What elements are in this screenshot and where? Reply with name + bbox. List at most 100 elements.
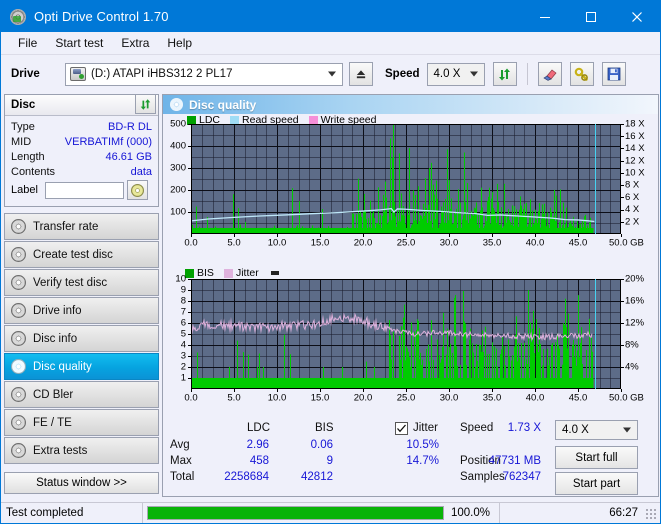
resize-grip[interactable] <box>645 508 657 520</box>
disc-row-key: MID <box>11 135 32 148</box>
drive-select[interactable]: (D:) ATAPI iHBS312 2 PL17 <box>65 62 343 86</box>
sidebar-item-label: CD Bler <box>33 388 74 401</box>
sidebar-item-transfer-rate[interactable]: Transfer rate <box>4 213 159 240</box>
maximize-icon[interactable] <box>568 1 614 32</box>
disc-rows: Type BD-R DL MID VERBATIMf (000) Length … <box>5 116 158 206</box>
minimize-icon[interactable] <box>522 1 568 32</box>
chevron-down-icon <box>469 71 478 77</box>
disc-icon <box>11 219 26 234</box>
test-speed-select[interactable]: 4.0 X <box>555 420 638 440</box>
jitter-max-value: 14.7% <box>406 455 439 467</box>
refresh-button[interactable] <box>492 62 517 86</box>
disc-row-type: Type BD-R DL <box>5 119 158 134</box>
stats-avg-ldc: 2.96 <box>246 439 269 451</box>
window-controls <box>522 1 660 32</box>
sidebar-item-fe-te[interactable]: FE / TE <box>4 409 159 436</box>
bis-chart: BIS Jitter <box>163 267 658 420</box>
drive-select-value: (D:) ATAPI iHBS312 2 PL17 <box>91 68 233 80</box>
drive-label: Drive <box>11 68 40 80</box>
test-nav-list: Transfer rate Create test disc Verify te… <box>4 213 159 464</box>
progress-percent: 100.0% <box>451 507 491 519</box>
sidebar-item-label: Verify test disc <box>33 276 108 289</box>
bis-chart-canvas <box>163 267 658 420</box>
sidebar-item-verify-test-disc[interactable]: Verify test disc <box>4 269 159 296</box>
disc-quality-header: Disc quality <box>163 95 658 114</box>
ldc-chart-canvas <box>163 114 658 266</box>
sidebar-item-label: FE / TE <box>33 416 72 429</box>
disc-panel-header: Disc <box>5 94 158 116</box>
disc-row-length: Length 46.61 GB <box>5 149 158 164</box>
disc-icon <box>11 247 26 262</box>
sidebar-item-label: Transfer rate <box>33 220 99 233</box>
menu-item-file[interactable]: File <box>9 34 46 52</box>
sidebar-item-create-test-disc[interactable]: Create test disc <box>4 241 159 268</box>
progress-bar <box>147 506 444 520</box>
disc-icon <box>11 359 26 374</box>
disc-label-button[interactable] <box>126 180 148 200</box>
speed-label: Speed <box>385 68 420 80</box>
progress-bar-fill <box>148 507 443 519</box>
disc-label-row: Label <box>5 179 158 202</box>
cd-icon <box>130 183 144 197</box>
sidebar-item-drive-info[interactable]: Drive info <box>4 297 159 324</box>
disc-refresh-button[interactable] <box>135 94 156 114</box>
speed-select[interactable]: 4.0 X <box>426 62 485 86</box>
stats-header-ldc: LDC <box>247 422 271 434</box>
disc-row-key: Length <box>11 150 45 163</box>
sidebar-item-label: Disc info <box>33 332 78 345</box>
disc-row-key: Type <box>11 120 35 133</box>
sidebar-item-extra-tests[interactable]: Extra tests <box>4 437 159 464</box>
start-part-button[interactable]: Start part <box>555 472 638 495</box>
status-window-button[interactable]: Status window >> <box>4 472 159 494</box>
disc-quality-icon <box>170 98 183 111</box>
status-bar: Test completed 100.0% 66:27 <box>1 502 660 523</box>
status-text: Test completed <box>6 507 84 519</box>
menu-item-help[interactable]: Help <box>158 34 201 52</box>
menu-item-extra[interactable]: Extra <box>112 34 158 52</box>
stats-total-bis: 42812 <box>301 471 333 483</box>
stats-max-ldc: 458 <box>249 455 269 467</box>
disc-icon <box>11 303 26 318</box>
stats-row-label-avg: Avg <box>170 439 190 451</box>
left-sidebar: Disc Type BD-R DL MID VERBATIMf (000) Le… <box>4 94 159 494</box>
disc-row-value: VERBATIMf (000) <box>64 135 152 148</box>
stats-header-bis: BIS <box>315 422 334 434</box>
erase-button[interactable] <box>537 62 562 86</box>
stats-panel: LDC BIS Avg 2.96 0.06 Max 458 9 Total 22… <box>163 420 658 498</box>
disc-label-input[interactable] <box>44 181 124 199</box>
stats-row-label-max: Max <box>170 455 192 467</box>
menu-bar: File Start test Extra Help <box>1 32 660 55</box>
tools-button[interactable] <box>569 62 594 86</box>
start-full-button[interactable]: Start full <box>555 446 638 469</box>
sidebar-item-label: Extra tests <box>33 444 88 457</box>
disc-row-value: 46.61 GB <box>105 150 152 163</box>
speed-select-value: 4.0 X <box>433 68 461 80</box>
sidebar-item-disc-info[interactable]: Disc info <box>4 325 159 352</box>
sidebar-item-cd-bler[interactable]: CD Bler <box>4 381 159 408</box>
disc-icon <box>11 275 26 290</box>
disc-row-mid: MID VERBATIMf (000) <box>5 134 158 149</box>
eject-button[interactable] <box>349 62 373 86</box>
disc-row-contents: Contents data <box>5 164 158 179</box>
stats-max-bis: 9 <box>326 455 333 467</box>
chevron-down-icon <box>623 427 631 433</box>
menu-item-start-test[interactable]: Start test <box>46 34 112 52</box>
disc-quality-panel: Disc quality LDC Read speed Write speed <box>162 94 659 497</box>
disc-row-value: data <box>130 165 152 178</box>
status-divider <box>142 503 143 523</box>
disc-panel-title: Disc <box>11 99 36 111</box>
elapsed-time: 66:27 <box>609 507 638 519</box>
close-icon[interactable] <box>614 1 660 32</box>
disc-row-key: Contents <box>11 165 56 178</box>
disc-icon <box>11 415 26 430</box>
window-title: Opti Drive Control 1.70 <box>34 9 169 24</box>
sidebar-item-disc-quality[interactable]: Disc quality <box>4 353 159 380</box>
save-button[interactable] <box>601 62 626 86</box>
page-title: Disc quality <box>189 97 257 112</box>
stats-avg-bis: 0.06 <box>310 439 333 451</box>
sidebar-item-label: Create test disc <box>33 248 113 261</box>
ldc-chart: LDC Read speed Write speed <box>163 114 658 266</box>
toolbar-divider <box>526 63 528 85</box>
disc-row-value: BD-R DL <box>107 120 152 133</box>
jitter-checkbox[interactable] <box>395 422 408 435</box>
